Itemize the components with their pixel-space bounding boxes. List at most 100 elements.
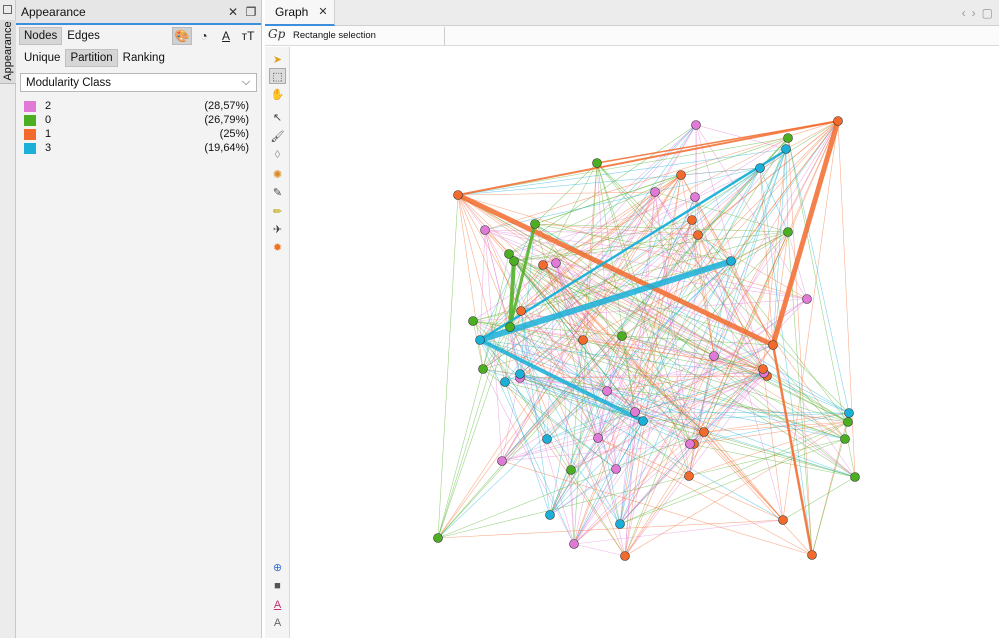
graph-node[interactable] xyxy=(783,227,793,237)
legend-item[interactable]: 0 (26,79%) xyxy=(24,113,253,127)
graph-node[interactable] xyxy=(593,433,603,443)
graph-node[interactable] xyxy=(433,533,443,543)
graph-node[interactable] xyxy=(778,515,788,525)
graph-edge-heavy xyxy=(457,120,839,196)
graph-node[interactable] xyxy=(542,434,552,444)
graph-node[interactable] xyxy=(509,256,519,266)
graph-node[interactable] xyxy=(497,456,507,466)
graph-node[interactable] xyxy=(530,219,540,229)
graph-node[interactable] xyxy=(691,120,701,130)
graph-node[interactable] xyxy=(693,230,703,240)
tab-unique[interactable]: Unique xyxy=(19,49,65,67)
graph-node[interactable] xyxy=(578,335,588,345)
partition-attribute-select[interactable]: Modularity Class ⌵ xyxy=(20,73,257,92)
size-icon[interactable]: ◔ xyxy=(194,27,214,45)
graph-node[interactable] xyxy=(620,551,630,561)
graph-node[interactable] xyxy=(690,192,700,202)
graph-node[interactable] xyxy=(611,464,621,474)
graph-node[interactable] xyxy=(687,215,697,225)
graph-node[interactable] xyxy=(802,294,812,304)
pencil-icon[interactable]: ✎ xyxy=(269,184,286,200)
color-swatch[interactable] xyxy=(24,128,36,140)
legend-item[interactable]: 2 (28,57%) xyxy=(24,99,253,113)
pointer-icon[interactable]: ➤ xyxy=(269,51,286,67)
graph-node[interactable] xyxy=(480,225,490,235)
graph-node[interactable] xyxy=(638,416,648,426)
graph-node[interactable] xyxy=(781,144,791,154)
color-swatch[interactable] xyxy=(24,142,36,154)
graph-node[interactable] xyxy=(699,427,709,437)
background-color-icon[interactable]: ■ xyxy=(269,578,286,594)
zoom-icon[interactable]: ⊕ xyxy=(269,559,286,575)
graph-node[interactable] xyxy=(685,439,695,449)
network-graph[interactable] xyxy=(291,47,999,638)
graph-node[interactable] xyxy=(726,256,736,266)
graph-node[interactable] xyxy=(516,306,526,316)
graph-node[interactable] xyxy=(676,170,686,180)
graph-node[interactable] xyxy=(783,133,793,143)
graph-node[interactable] xyxy=(468,316,478,326)
tab-edges[interactable]: Edges xyxy=(62,27,105,45)
legend-item[interactable]: 3 (19,64%) xyxy=(24,141,253,155)
color-swatch[interactable] xyxy=(24,100,36,112)
graph-node[interactable] xyxy=(566,465,576,475)
graph-node[interactable] xyxy=(840,434,850,444)
tab-partition[interactable]: Partition xyxy=(65,49,118,67)
edge-pencil-icon[interactable]: ✏ xyxy=(269,203,286,219)
graph-canvas[interactable] xyxy=(291,47,999,638)
tab-graph[interactable]: Graph ✕ xyxy=(265,0,335,26)
label-color-icon[interactable]: A xyxy=(216,27,236,45)
label-color-icon[interactable]: A xyxy=(269,597,286,613)
palette-icon[interactable]: 🎨 xyxy=(172,27,192,45)
graph-node[interactable] xyxy=(615,519,625,529)
tab-ranking[interactable]: Ranking xyxy=(118,49,170,67)
edit-node-icon[interactable]: ↖ xyxy=(269,109,286,125)
graph-node[interactable] xyxy=(768,340,778,350)
font-icon[interactable]: A xyxy=(269,615,286,631)
tab-nodes[interactable]: Nodes xyxy=(19,27,63,45)
graph-node[interactable] xyxy=(684,471,694,481)
graph-node[interactable] xyxy=(755,163,765,173)
graph-node[interactable] xyxy=(833,116,843,126)
chevron-left-icon[interactable]: ‹ xyxy=(962,6,966,20)
graph-node[interactable] xyxy=(505,322,515,332)
shortest-path-icon[interactable]: ✈ xyxy=(269,221,286,237)
layout-icon[interactable]: ✹ xyxy=(269,239,286,255)
graph-node[interactable] xyxy=(844,408,854,418)
close-icon[interactable]: ✕ xyxy=(225,5,241,19)
chevron-right-icon[interactable]: › xyxy=(972,6,976,20)
graph-node[interactable] xyxy=(475,335,485,345)
graph-node[interactable] xyxy=(807,550,817,560)
color-swatch[interactable] xyxy=(24,114,36,126)
close-icon[interactable]: ✕ xyxy=(318,5,327,18)
graph-node[interactable] xyxy=(602,386,612,396)
tab-list-icon[interactable]: ▢ xyxy=(982,6,993,20)
heat-map-icon[interactable]: ✺ xyxy=(269,166,286,182)
graph-node[interactable] xyxy=(850,472,860,482)
graph-node[interactable] xyxy=(453,190,463,200)
maximize-icon[interactable]: ❐ xyxy=(243,5,259,19)
legend-percent: (26,79%) xyxy=(204,114,249,126)
graph-node[interactable] xyxy=(758,364,768,374)
graph-node[interactable] xyxy=(545,510,555,520)
graph-node[interactable] xyxy=(843,417,853,427)
rectangle-selection-icon[interactable]: ⬚ xyxy=(269,68,286,84)
graph-node[interactable] xyxy=(650,187,660,197)
graph-node[interactable] xyxy=(515,369,525,379)
legend-item[interactable]: 1 (25%) xyxy=(24,127,253,141)
graph-node[interactable] xyxy=(538,260,548,270)
graph-node[interactable] xyxy=(709,351,719,361)
label-size-icon[interactable]: ᴛT xyxy=(238,27,258,45)
restore-window-icon[interactable] xyxy=(3,5,12,14)
graph-node[interactable] xyxy=(569,539,579,549)
graph-node[interactable] xyxy=(630,407,640,417)
graph-node[interactable] xyxy=(592,158,602,168)
graph-node[interactable] xyxy=(617,331,627,341)
graph-node[interactable] xyxy=(478,364,488,374)
drag-icon[interactable]: ✋ xyxy=(269,86,286,102)
brush-icon[interactable]: 🖌 xyxy=(269,128,286,144)
graph-node[interactable] xyxy=(500,377,510,387)
size-modifier-icon[interactable]: ◊ xyxy=(269,147,286,163)
graph-node[interactable] xyxy=(551,258,561,268)
side-tab-appearance[interactable]: Appearance xyxy=(0,20,16,84)
